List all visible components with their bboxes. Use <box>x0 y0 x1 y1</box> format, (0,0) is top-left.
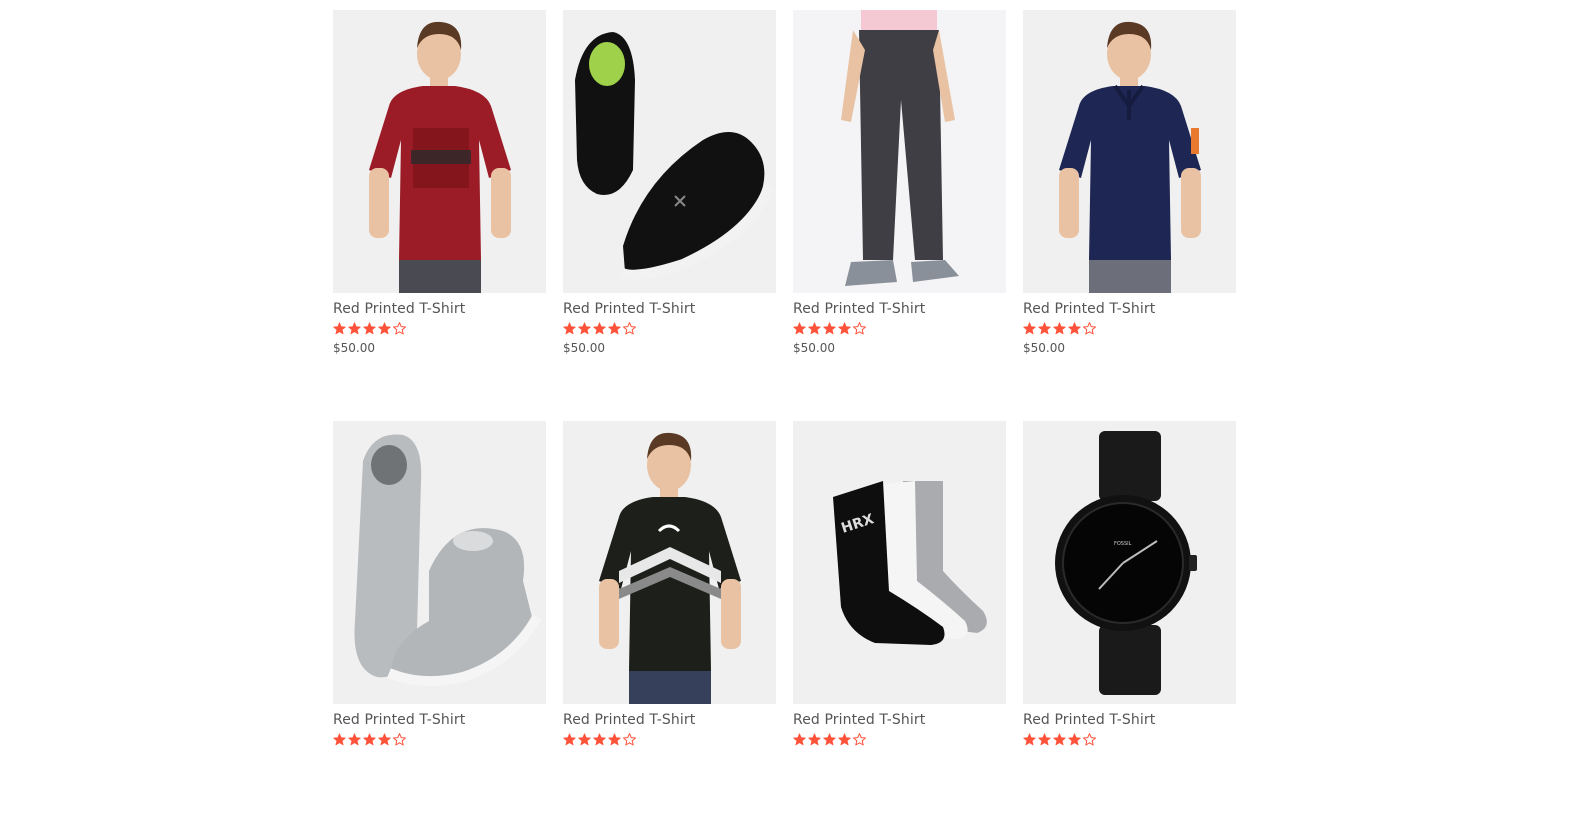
rating-stars <box>333 733 546 747</box>
product-image[interactable]: HRX <box>793 421 1006 704</box>
product-image[interactable] <box>333 10 546 293</box>
star-filled-icon <box>793 322 806 335</box>
star-filled-icon <box>823 322 836 335</box>
rating-stars <box>563 733 776 747</box>
product-card[interactable]: Red Printed T-Shirt $50.00 <box>1023 10 1236 421</box>
star-outline-icon <box>393 322 406 335</box>
star-filled-icon <box>808 322 821 335</box>
star-outline-icon <box>623 733 636 746</box>
grey-trousers-image <box>841 10 959 286</box>
star-filled-icon <box>563 733 576 746</box>
star-filled-icon <box>363 322 376 335</box>
star-outline-icon <box>853 733 866 746</box>
star-filled-icon <box>1023 322 1036 335</box>
red-tshirt-model-image <box>369 21 511 293</box>
product-card[interactable]: Red Printed T-Shirt $50.00 <box>563 10 776 421</box>
product-title[interactable]: Red Printed T-Shirt <box>333 711 546 729</box>
product-card[interactable]: Red Printed T-Shirt $50.00 <box>333 10 546 421</box>
product-image[interactable]: FOSSIL <box>1023 421 1236 704</box>
star-filled-icon <box>838 733 851 746</box>
product-price: $50.00 <box>793 341 835 355</box>
product-image[interactable] <box>333 421 546 704</box>
product-price: $50.00 <box>1023 341 1065 355</box>
black-puma-tshirt-model-image <box>599 432 741 704</box>
product-title[interactable]: Red Printed T-Shirt <box>1023 300 1236 318</box>
star-filled-icon <box>608 322 621 335</box>
navy-polo-model-image <box>1059 21 1201 293</box>
star-filled-icon <box>1068 733 1081 746</box>
star-filled-icon <box>378 322 391 335</box>
star-filled-icon <box>348 733 361 746</box>
product-title[interactable]: Red Printed T-Shirt <box>793 300 1006 318</box>
star-filled-icon <box>1053 322 1066 335</box>
product-card[interactable]: HRX Red Printed T-Shirt <box>793 421 1006 832</box>
star-filled-icon <box>563 322 576 335</box>
star-outline-icon <box>623 322 636 335</box>
product-title[interactable]: Red Printed T-Shirt <box>563 300 776 318</box>
product-image[interactable] <box>793 10 1006 293</box>
star-outline-icon <box>853 322 866 335</box>
star-filled-icon <box>363 733 376 746</box>
star-outline-icon <box>393 733 406 746</box>
star-filled-icon <box>593 322 606 335</box>
star-filled-icon <box>1038 322 1051 335</box>
star-filled-icon <box>1053 733 1066 746</box>
rating-stars <box>1023 322 1236 336</box>
star-filled-icon <box>808 733 821 746</box>
rating-stars <box>1023 733 1236 747</box>
star-filled-icon <box>593 733 606 746</box>
star-filled-icon <box>333 733 346 746</box>
svg-text:FOSSIL: FOSSIL <box>1114 541 1132 547</box>
black-sneakers-image <box>575 32 774 280</box>
star-filled-icon <box>838 322 851 335</box>
star-filled-icon <box>1038 733 1051 746</box>
star-filled-icon <box>823 733 836 746</box>
product-price: $50.00 <box>563 341 605 355</box>
rating-stars <box>563 322 776 336</box>
star-filled-icon <box>348 322 361 335</box>
rating-stars <box>333 322 546 336</box>
star-filled-icon <box>1068 322 1081 335</box>
product-image[interactable] <box>1023 10 1236 293</box>
star-filled-icon <box>578 733 591 746</box>
product-grid: Red Printed T-Shirt $50.00 Red Printed T… <box>333 10 1236 832</box>
product-title[interactable]: Red Printed T-Shirt <box>563 711 776 729</box>
star-filled-icon <box>333 322 346 335</box>
grey-high-top-sneakers-image <box>354 434 542 687</box>
product-card[interactable]: Red Printed T-Shirt <box>333 421 546 832</box>
hrx-socks-image: HRX <box>833 481 987 645</box>
product-title[interactable]: Red Printed T-Shirt <box>333 300 546 318</box>
star-outline-icon <box>1083 322 1096 335</box>
product-image[interactable] <box>563 10 776 293</box>
product-price: $50.00 <box>333 341 375 355</box>
rating-stars <box>793 322 1006 336</box>
product-title[interactable]: Red Printed T-Shirt <box>793 711 1006 729</box>
product-card[interactable]: FOSSIL Red Printed T-Shirt <box>1023 421 1236 832</box>
star-filled-icon <box>578 322 591 335</box>
black-fossil-watch-image: FOSSIL <box>1055 431 1197 695</box>
star-filled-icon <box>608 733 621 746</box>
star-filled-icon <box>793 733 806 746</box>
star-filled-icon <box>378 733 391 746</box>
product-title[interactable]: Red Printed T-Shirt <box>1023 711 1236 729</box>
product-card[interactable]: Red Printed T-Shirt <box>563 421 776 832</box>
star-outline-icon <box>1083 733 1096 746</box>
rating-stars <box>793 733 1006 747</box>
product-card[interactable]: Red Printed T-Shirt $50.00 <box>793 10 1006 421</box>
star-filled-icon <box>1023 733 1036 746</box>
product-image[interactable] <box>563 421 776 704</box>
